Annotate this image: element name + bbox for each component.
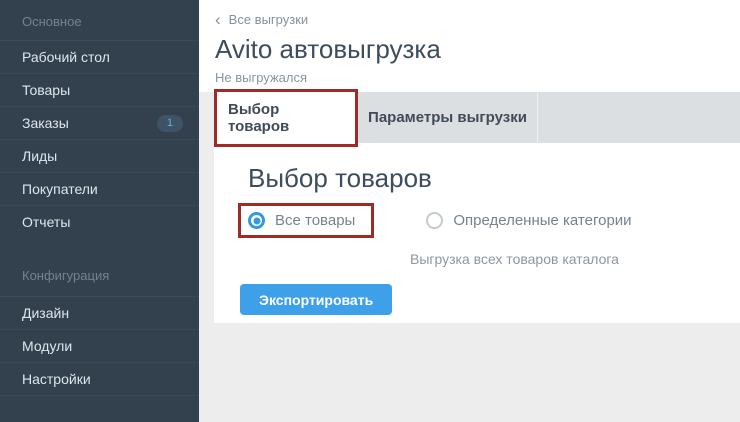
- sidebar-item-label: Отчеты: [22, 206, 70, 239]
- sidebar-item-orders[interactable]: Заказы 1: [0, 106, 199, 139]
- tab-label: Выбор товаров: [228, 101, 289, 135]
- content-heading: Выбор товаров: [248, 163, 740, 194]
- sidebar-item-label: Рабочий стол: [22, 41, 110, 74]
- sidebar-item-label: Товары: [22, 74, 70, 107]
- orders-count-badge: 1: [157, 115, 183, 132]
- radio-label: Все товары: [275, 212, 355, 229]
- sidebar-item-label: Модули: [22, 330, 72, 363]
- sidebar: Основное Рабочий стол Товары Заказы 1 Ли…: [0, 0, 199, 422]
- tab-label: Параметры выгрузки: [368, 109, 527, 126]
- sidebar-section-header-config: Конфигурация: [0, 238, 199, 296]
- sidebar-item-design[interactable]: Дизайн: [0, 296, 199, 329]
- export-button[interactable]: Экспортировать: [240, 284, 392, 315]
- page-title: Avito автовыгрузка: [215, 34, 740, 65]
- export-status-text: Не выгружался: [215, 70, 740, 85]
- sidebar-item-label: Заказы: [22, 107, 69, 140]
- app-window: Основное Рабочий стол Товары Заказы 1 Ли…: [0, 0, 740, 422]
- sidebar-item-reports[interactable]: Отчеты: [0, 205, 199, 238]
- sidebar-item-leads[interactable]: Лиды: [0, 139, 199, 172]
- tab-export-parameters[interactable]: Параметры выгрузки: [358, 92, 538, 143]
- tab-content-panel: Выбор товаров Все товары Определенные ка…: [214, 143, 740, 323]
- page-header: ‹ Все выгрузки Avito автовыгрузка Не выг…: [199, 0, 740, 92]
- sidebar-item-products[interactable]: Товары: [0, 73, 199, 106]
- annotation-rect-tab: Выбор товаров: [214, 89, 358, 147]
- sidebar-item-label: Настройки: [22, 363, 91, 396]
- back-link-all-exports[interactable]: ‹ Все выгрузки: [215, 12, 308, 27]
- tab-strip: Выбор товаров Параметры выгрузки: [214, 92, 740, 143]
- sidebar-item-label: Дизайн: [22, 297, 69, 330]
- main-area: ‹ Все выгрузки Avito автовыгрузка Не выг…: [199, 0, 740, 422]
- tab-product-selection[interactable]: Выбор товаров: [214, 92, 358, 143]
- product-selection-radio-row: Все товары Определенные категории: [238, 203, 740, 238]
- radio-option-specific-categories[interactable]: Определенные категории: [426, 212, 631, 229]
- radio-selected-icon[interactable]: [248, 212, 265, 229]
- radio-unselected-icon[interactable]: [426, 212, 443, 229]
- back-link-label: Все выгрузки: [229, 12, 309, 27]
- sidebar-section-header-main: Основное: [0, 0, 199, 40]
- sidebar-item-settings[interactable]: Настройки: [0, 362, 199, 395]
- sidebar-item-modules[interactable]: Модули: [0, 329, 199, 362]
- radio-help-text: Выгрузка всех товаров каталога: [410, 251, 740, 267]
- radio-option-all-products[interactable]: Все товары: [238, 203, 374, 238]
- chevron-left-icon: ‹: [215, 13, 221, 26]
- radio-label: Определенные категории: [453, 212, 631, 229]
- sidebar-item-dashboard[interactable]: Рабочий стол: [0, 40, 199, 73]
- sidebar-item-label: Лиды: [22, 140, 57, 173]
- sidebar-item-customers[interactable]: Покупатели: [0, 172, 199, 205]
- sidebar-item-label: Покупатели: [22, 173, 98, 206]
